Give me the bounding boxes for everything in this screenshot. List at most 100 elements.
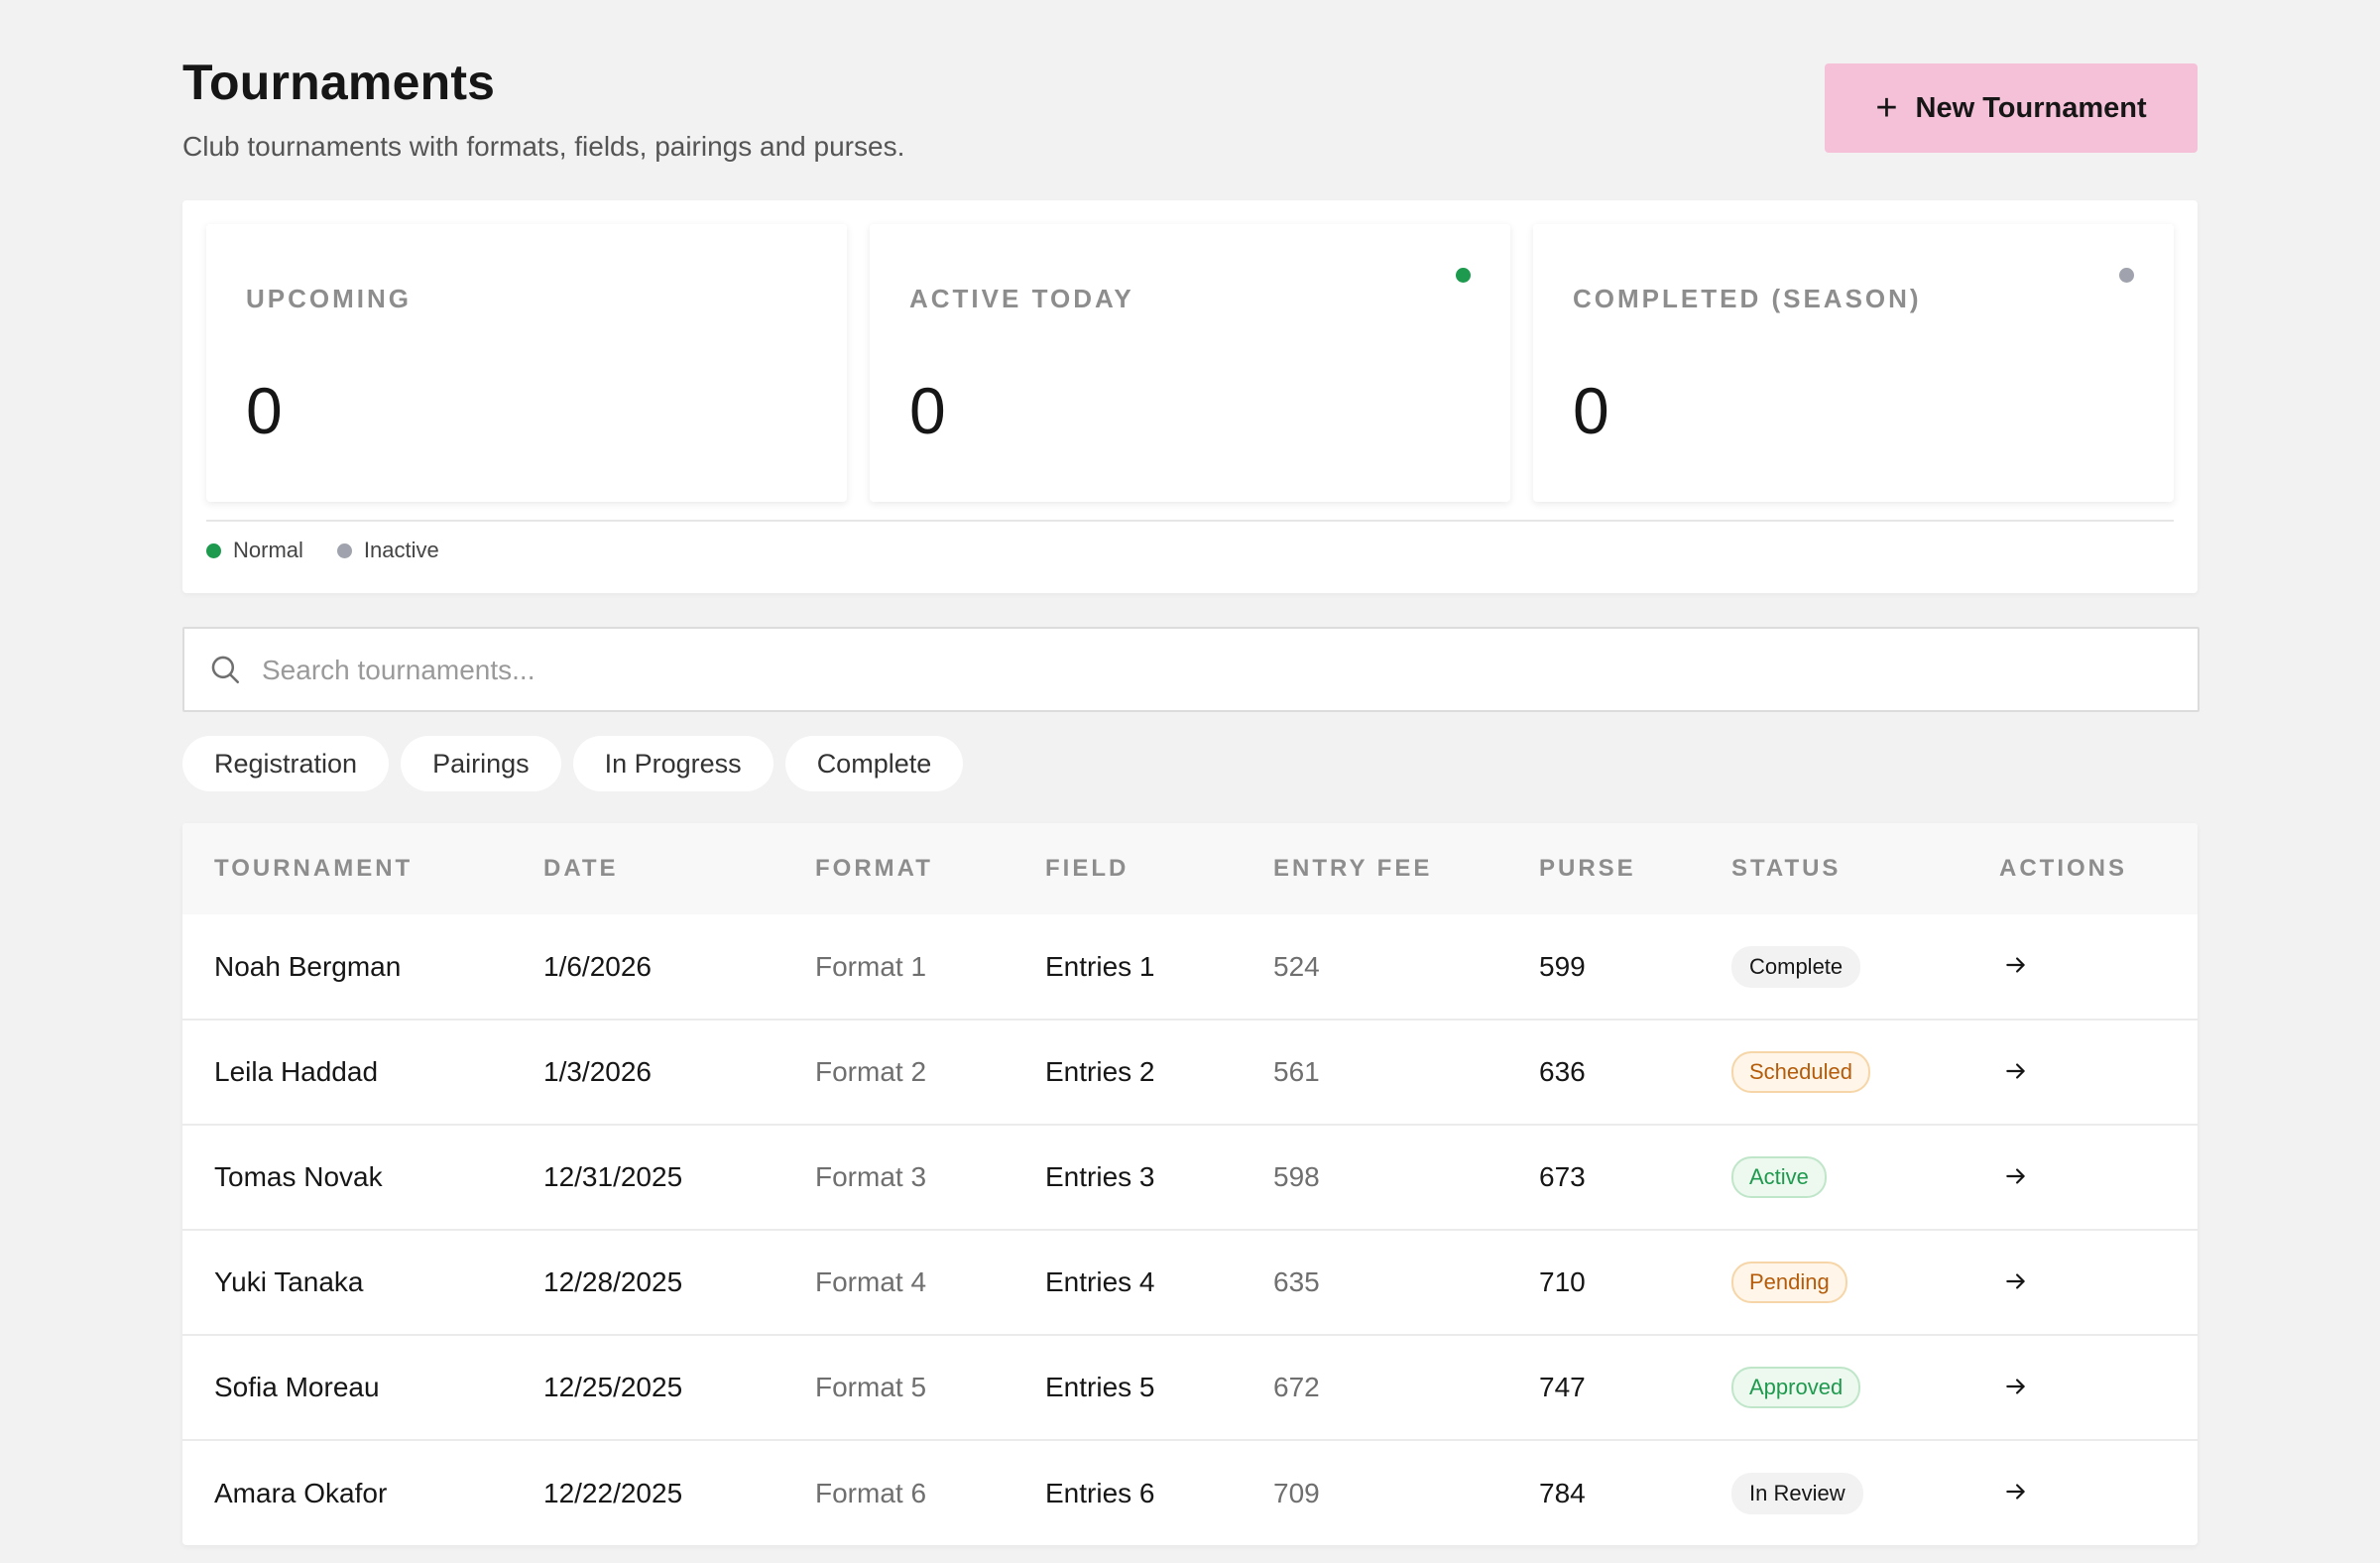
tournament-name-cell: Leila Haddad — [214, 1056, 379, 1087]
column-header-format[interactable]: FORMAT — [783, 823, 1013, 914]
date-cell: 1/3/2026 — [543, 1056, 652, 1087]
purse-cell: 599 — [1539, 950, 1586, 982]
legend-label: Inactive — [363, 538, 439, 562]
status-cell: Active — [1700, 1125, 1967, 1230]
tournament-name-cell: Tomas Novak — [214, 1161, 383, 1192]
divider — [206, 520, 2174, 522]
stat-value: 0 — [246, 374, 283, 447]
tournaments-page: Tournaments Club tournaments with format… — [182, 0, 2200, 1545]
table-header-row: TOURNAMENT DATE FORMAT FIELD ENTRY FEE P… — [182, 823, 2198, 914]
stat-card-completed-season: COMPLETED (SEASON) 0 — [1533, 224, 2174, 502]
field-cell: Entries 3 — [1045, 1161, 1155, 1192]
filter-chip-registration[interactable]: Registration — [182, 736, 390, 791]
field-cell: Entries 4 — [1045, 1266, 1155, 1297]
open-tournament-button[interactable] — [1999, 1264, 2033, 1298]
column-header-date[interactable]: DATE — [512, 823, 783, 914]
table-row[interactable]: Noah Bergman 1/6/2026 Format 1 Entries 1… — [182, 914, 2198, 1020]
stat-value: 0 — [1573, 374, 1609, 447]
format-cell: Format 3 — [815, 1161, 927, 1192]
open-tournament-button[interactable] — [1999, 1054, 2033, 1088]
stats-panel: UPCOMING 0 ACTIVE TODAY 0 COMPLETED (SEA… — [182, 200, 2198, 593]
stat-label: UPCOMING — [246, 284, 412, 313]
new-tournament-label: New Tournament — [1915, 91, 2147, 124]
date-cell: 12/28/2025 — [543, 1266, 683, 1297]
table-row[interactable]: Sofia Moreau 12/25/2025 Format 5 Entries… — [182, 1335, 2198, 1440]
field-cell: Entries 6 — [1045, 1477, 1155, 1508]
tournament-name-cell: Sofia Moreau — [214, 1372, 380, 1402]
actions-cell — [1967, 1020, 2198, 1125]
actions-cell — [1967, 1125, 2198, 1230]
status-cell: In Review — [1700, 1440, 1967, 1545]
entry-fee-cell: 561 — [1273, 1056, 1320, 1087]
stat-value: 0 — [909, 374, 946, 447]
purse-cell: 636 — [1539, 1056, 1586, 1087]
format-cell: Format 5 — [815, 1372, 927, 1402]
purse-cell: 673 — [1539, 1161, 1586, 1192]
search-input[interactable] — [260, 643, 2148, 698]
open-tournament-button[interactable] — [1999, 1475, 2033, 1508]
table-row[interactable]: Yuki Tanaka 12/28/2025 Format 4 Entries … — [182, 1230, 2198, 1335]
field-cell: Entries 2 — [1045, 1056, 1155, 1087]
format-cell: Format 4 — [815, 1266, 927, 1297]
column-header-purse[interactable]: PURSE — [1507, 823, 1700, 914]
tournament-name-cell: Yuki Tanaka — [214, 1266, 364, 1297]
legend-dot-icon — [206, 542, 221, 558]
stat-card-upcoming: UPCOMING 0 — [206, 224, 847, 502]
status-cell: Complete — [1700, 914, 1967, 1020]
entry-fee-cell: 598 — [1273, 1161, 1320, 1192]
new-tournament-button[interactable]: + New Tournament — [1825, 63, 2198, 153]
tournament-name-cell: Noah Bergman — [214, 950, 402, 982]
format-cell: Format 2 — [815, 1056, 927, 1087]
filter-chip-complete[interactable]: Complete — [784, 736, 964, 791]
purse-cell: 710 — [1539, 1266, 1586, 1297]
arrow-right-icon — [2006, 1272, 2025, 1289]
arrow-right-icon — [2006, 1167, 2025, 1184]
status-badge: Scheduled — [1731, 1051, 1870, 1093]
legend-item-normal: Normal — [206, 538, 303, 563]
filter-chip-pairings[interactable]: Pairings — [401, 736, 561, 791]
purse-cell: 747 — [1539, 1372, 1586, 1402]
column-header-status[interactable]: STATUS — [1700, 823, 1967, 914]
page-title: Tournaments — [182, 55, 496, 110]
table-row[interactable]: Amara Okafor 12/22/2025 Format 6 Entries… — [182, 1440, 2198, 1545]
column-header-tournament[interactable]: TOURNAMENT — [182, 823, 512, 914]
stat-card-active-today: ACTIVE TODAY 0 — [870, 224, 1510, 502]
date-cell: 1/6/2026 — [543, 950, 652, 982]
arrow-right-icon — [2006, 1484, 2025, 1500]
legend-label: Normal — [233, 538, 303, 562]
open-tournament-button[interactable] — [1999, 1370, 2033, 1403]
status-badge: Pending — [1731, 1262, 1847, 1303]
date-cell: 12/31/2025 — [543, 1161, 683, 1192]
search-icon — [211, 656, 240, 684]
status-dot-icon — [2119, 268, 2134, 283]
actions-cell — [1967, 1335, 2198, 1440]
legend: Normal Inactive — [206, 538, 439, 563]
page-header: Tournaments Club tournaments with format… — [182, 0, 2198, 198]
column-header-field[interactable]: FIELD — [1013, 823, 1242, 914]
tournaments-table: TOURNAMENT DATE FORMAT FIELD ENTRY FEE P… — [182, 823, 2198, 1545]
legend-item-inactive: Inactive — [336, 538, 439, 563]
actions-cell — [1967, 1440, 2198, 1545]
table-row[interactable]: Tomas Novak 12/31/2025 Format 3 Entries … — [182, 1125, 2198, 1230]
open-tournament-button[interactable] — [1999, 948, 2033, 982]
field-cell: Entries 5 — [1045, 1372, 1155, 1402]
column-header-actions: ACTIONS — [1999, 855, 2127, 882]
open-tournament-button[interactable] — [1999, 1159, 2033, 1193]
date-cell: 12/25/2025 — [543, 1372, 683, 1402]
tournaments-table-panel: TOURNAMENT DATE FORMAT FIELD ENTRY FEE P… — [182, 823, 2198, 1545]
entry-fee-cell: 635 — [1273, 1266, 1320, 1297]
format-cell: Format 1 — [815, 950, 927, 982]
table-row[interactable]: Leila Haddad 1/3/2026 Format 2 Entries 2… — [182, 1020, 2198, 1125]
stat-label: ACTIVE TODAY — [909, 284, 1134, 313]
status-cell: Pending — [1700, 1230, 1967, 1335]
legend-dot-icon — [336, 542, 352, 558]
status-badge: Active — [1731, 1156, 1827, 1198]
status-badge: In Review — [1731, 1472, 1863, 1514]
actions-cell — [1967, 914, 2198, 1020]
entry-fee-cell: 524 — [1273, 950, 1320, 982]
status-filter-chips: Registration Pairings In Progress Comple… — [182, 736, 964, 791]
plus-icon: + — [1875, 87, 1898, 129]
filter-chip-in-progress[interactable]: In Progress — [572, 736, 774, 791]
column-header-entry-fee[interactable]: ENTRY FEE — [1242, 823, 1507, 914]
entry-fee-cell: 709 — [1273, 1477, 1320, 1508]
